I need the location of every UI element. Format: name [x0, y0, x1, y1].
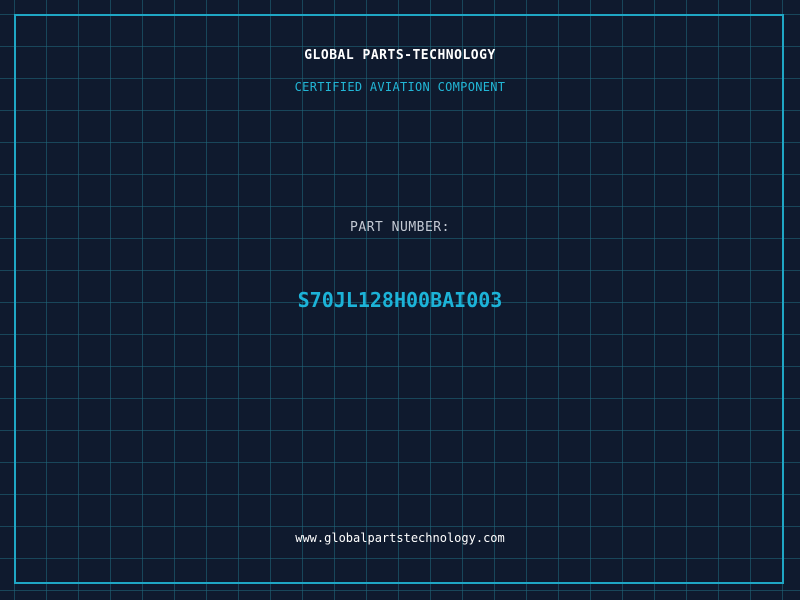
part-label-card: GLOBAL PARTS-TECHNOLOGY CERTIFIED AVIATI…: [0, 0, 800, 600]
website-url: www.globalpartstechnology.com: [295, 531, 505, 545]
certification-subtitle: CERTIFIED AVIATION COMPONENT: [294, 80, 506, 94]
part-number-label: PART NUMBER:: [350, 220, 450, 235]
company-name: GLOBAL PARTS-TECHNOLOGY: [304, 48, 496, 63]
part-number-value: S70JL128H00BAI003: [297, 288, 503, 312]
